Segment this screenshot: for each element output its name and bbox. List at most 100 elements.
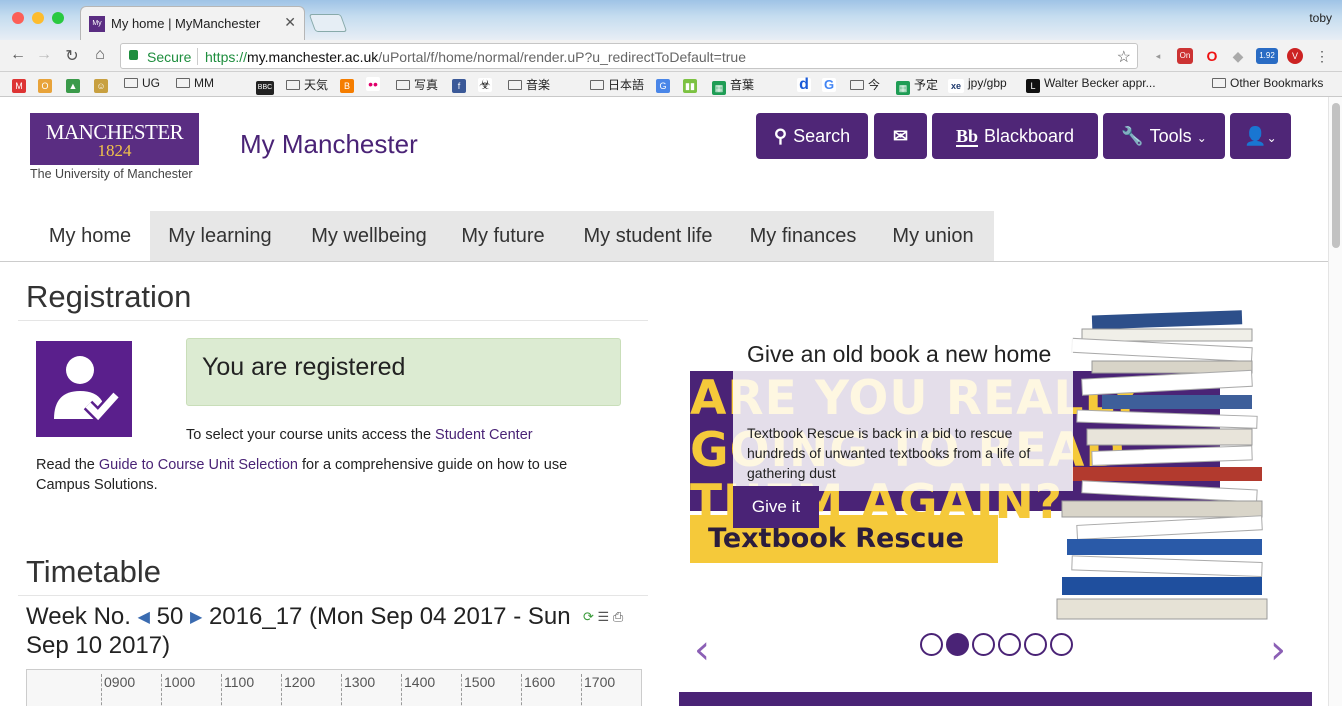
carousel-dot[interactable] [1024, 633, 1047, 656]
student-center-link[interactable]: Student Center [435, 427, 533, 443]
carousel-dot[interactable] [972, 633, 995, 656]
university-logo[interactable]: MANCHESTER 1824 [30, 113, 199, 165]
scrollbar-thumb[interactable] [1332, 103, 1340, 248]
wrench-icon: 🔧 [1121, 126, 1144, 146]
carousel-dot[interactable] [1050, 633, 1073, 656]
bookmark-star-icon[interactable]: ☆ [1117, 47, 1131, 67]
tab-my-learning[interactable]: My learning [152, 211, 288, 261]
bookmark-xe-jpy-gbp[interactable]: xe jpy/gbp [948, 76, 1007, 93]
tab-my-future[interactable]: My future [450, 211, 556, 261]
minimize-window-button[interactable] [32, 12, 44, 24]
tab-strip: My My home | MyManchester ✕ toby [0, 0, 1342, 40]
browser-toolbar: ← → ↻ ⌂ Secure https://my.manchester.ac.… [0, 40, 1342, 72]
guide-paragraph: Read the Guide to Course Unit Selection … [36, 457, 568, 493]
secure-label: Secure [147, 49, 192, 65]
bookmark-d-icon[interactable]: d [797, 76, 815, 93]
carousel-prev-icon[interactable]: ‹ [694, 627, 710, 673]
bookmark-green-icon[interactable]: ▮▮ [683, 76, 701, 93]
list-icon[interactable]: ☰ [598, 609, 610, 624]
timetable-heading: Timetable [26, 554, 161, 589]
blackboard-button[interactable]: Bb Blackboard [932, 113, 1098, 159]
extension-v-icon[interactable]: V [1287, 48, 1303, 64]
registration-heading: Registration [26, 279, 192, 314]
facebook-bookmark-icon[interactable]: f [452, 76, 470, 93]
bookmark-folder-mm[interactable]: MM [176, 76, 214, 90]
bookmark-face-icon[interactable]: ☺ [94, 76, 112, 93]
carousel-dot[interactable] [920, 633, 943, 656]
user-icon: 👤 [1244, 126, 1267, 146]
previous-week-icon[interactable]: ◀ [138, 604, 150, 632]
tab-my-wellbeing[interactable]: My wellbeing [296, 211, 442, 261]
carousel-dot[interactable] [998, 633, 1021, 656]
bookmark-folder-photos[interactable]: 写真 [396, 76, 438, 93]
forward-icon[interactable]: → [34, 46, 54, 64]
timetable-actions: ⟳ ☰ ⎙ [583, 609, 623, 625]
url-text[interactable]: https://my.manchester.ac.uk/uPortal/f/ho… [205, 49, 746, 65]
gmail-bookmark-icon[interactable]: M [12, 76, 30, 93]
bookmark-folder-ug[interactable]: UG [124, 76, 160, 90]
flickr-bookmark-icon[interactable]: •• [366, 76, 384, 91]
lock-icon [129, 50, 138, 60]
bookmark-walter-becker[interactable]: L Walter Becker appr... [1026, 76, 1156, 93]
home-icon[interactable]: ⌂ [90, 46, 110, 64]
bbc-bookmark-icon[interactable]: BBC [256, 76, 278, 95]
blogger-bookmark-icon[interactable]: B [340, 76, 358, 93]
extension-drop-icon[interactable]: ◆ [1230, 48, 1246, 64]
folder-icon [1212, 78, 1226, 88]
site-title[interactable]: My Manchester [240, 129, 418, 160]
search-button[interactable]: ⚲ Search [756, 113, 868, 159]
course-unit-instructions: To select your course units access the S… [186, 427, 533, 443]
currency-badge-icon[interactable]: 1.92 [1256, 48, 1278, 64]
logo-subtitle: The University of Manchester [30, 167, 193, 181]
bookmark-folder-other[interactable]: Other Bookmarks [1212, 76, 1323, 90]
print-icon[interactable]: ⎙ [613, 609, 623, 624]
tools-button[interactable]: 🔧 Tools ⌄ [1103, 113, 1225, 159]
refresh-icon[interactable]: ⟳ [583, 609, 594, 624]
folder-icon [396, 80, 410, 90]
mail-button[interactable]: ✉ [874, 113, 927, 159]
week-number: 50 [156, 603, 184, 630]
next-week-icon[interactable]: ▶ [190, 604, 202, 632]
slide-title: Give an old book a new home [747, 341, 1052, 367]
bookmark-folder-now[interactable]: 今 [850, 76, 880, 93]
hour-label: 1000 [161, 674, 195, 706]
give-it-button[interactable]: Give it [733, 486, 819, 528]
menu-icon[interactable]: ⋮ [1314, 48, 1330, 64]
bookmark-folder-weather[interactable]: 天気 [286, 76, 328, 93]
biohazard-bookmark-icon[interactable]: ☣ [478, 76, 496, 92]
bookmark-o-icon[interactable]: O [38, 76, 56, 93]
tab-my-home[interactable]: My home [30, 211, 150, 261]
carousel-next-icon[interactable]: › [1270, 627, 1286, 673]
back-icon[interactable]: ← [8, 46, 28, 64]
close-window-button[interactable] [12, 12, 24, 24]
bookmark-sheet-music[interactable]: ▦ 音葉 [712, 76, 754, 95]
tab-my-student-life[interactable]: My student life [570, 211, 726, 261]
address-bar[interactable]: Secure https://my.manchester.ac.uk/uPort… [120, 43, 1138, 69]
bookmark-sheet-plans[interactable]: ▦ 予定 [896, 76, 938, 95]
zoom-window-button[interactable] [52, 12, 64, 24]
tab-my-finances[interactable]: My finances [738, 211, 868, 261]
reload-icon[interactable]: ↻ [62, 46, 82, 66]
page-content: MANCHESTER 1824 The University of Manche… [0, 97, 1328, 706]
profile-name[interactable]: toby [1309, 11, 1332, 25]
registered-user-icon [36, 341, 132, 437]
drive-bookmark-icon[interactable]: ▲ [66, 76, 84, 93]
new-tab-button[interactable] [308, 14, 348, 32]
google-bookmark-icon[interactable]: G [822, 76, 840, 92]
extension-speaker-icon[interactable]: ◂ [1150, 48, 1166, 64]
page-scrollbar[interactable] [1328, 97, 1342, 706]
browser-chrome: My My home | MyManchester ✕ toby ← → ↻ ⌂… [0, 0, 1342, 97]
tab-my-union[interactable]: My union [880, 211, 986, 261]
extension-on-icon[interactable]: On [1177, 48, 1193, 64]
tab-close-icon[interactable]: ✕ [284, 14, 296, 31]
browser-tab[interactable]: My My home | MyManchester ✕ [80, 6, 305, 40]
folder-icon [124, 78, 138, 88]
carousel-dot-active[interactable] [946, 633, 969, 656]
opera-icon[interactable]: O [1204, 48, 1220, 64]
guide-link[interactable]: Guide to Course Unit Selection [99, 457, 298, 473]
account-button[interactable]: 👤⌄ [1230, 113, 1291, 159]
folder-icon [176, 78, 190, 88]
bookmark-folder-japanese[interactable]: 日本語 [590, 76, 644, 93]
translate-bookmark-icon[interactable]: G [656, 76, 674, 93]
bookmark-folder-music[interactable]: 音楽 [508, 76, 550, 93]
